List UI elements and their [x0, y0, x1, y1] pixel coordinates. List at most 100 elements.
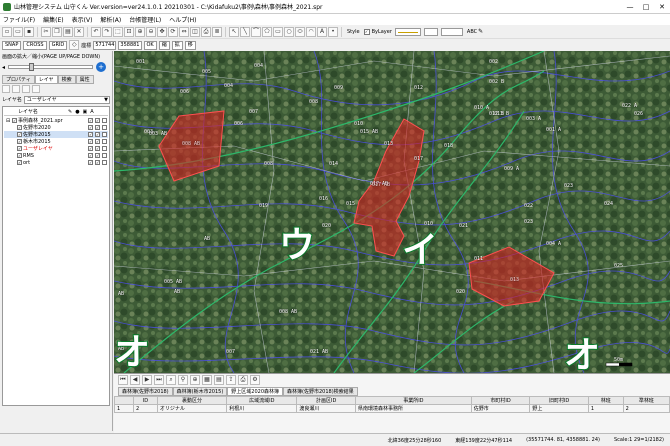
- line-width-picker[interactable]: [423, 27, 438, 36]
- layer-row[interactable]: ✓ 佐野市2015 ✓ ✓: [4, 131, 108, 138]
- layer-option-checkbox[interactable]: [102, 118, 107, 123]
- arc-icon[interactable]: ◠: [306, 26, 316, 37]
- layer-visible-checkbox[interactable]: ✓: [17, 146, 22, 151]
- layer-up-icon[interactable]: [22, 85, 30, 93]
- tab-sano-2018[interactable]: 森林簿(佐野市2018): [118, 387, 173, 396]
- coord-y-input[interactable]: 358881: [118, 40, 142, 50]
- column-header[interactable]: 広域流域ID: [226, 396, 298, 405]
- zoom-record-icon[interactable]: ⊕: [190, 375, 200, 385]
- point-icon[interactable]: •: [328, 26, 338, 37]
- layer-row[interactable]: ✓ RMS ✓ ✓: [4, 152, 108, 159]
- layer-option-checkbox[interactable]: ✓: [88, 125, 93, 130]
- coord-ok-button[interactable]: OK: [143, 40, 157, 50]
- settings-icon[interactable]: ⚙: [250, 375, 260, 385]
- print-icon[interactable]: ⎙: [201, 26, 211, 37]
- menu-view[interactable]: 表示(V): [72, 15, 93, 24]
- column-header[interactable]: 計画区ID: [296, 396, 357, 405]
- snap-button[interactable]: SNAP: [2, 40, 22, 50]
- layer-option-checkbox[interactable]: ✓: [88, 153, 93, 158]
- delete-icon[interactable]: ✕: [74, 26, 84, 37]
- zoom-plus-icon[interactable]: +: [96, 62, 107, 72]
- column-header[interactable]: 市町村ID: [470, 396, 531, 405]
- zoom-slider-thumb[interactable]: [29, 63, 35, 71]
- layer-option-checkbox[interactable]: ✓: [88, 160, 93, 165]
- column-header[interactable]: 林班: [587, 396, 624, 405]
- menu-edit[interactable]: 編集(E): [43, 15, 63, 24]
- layer-option-checkbox[interactable]: ✓: [95, 160, 100, 165]
- layer-option-checkbox[interactable]: ✓: [95, 118, 100, 123]
- prev-record-icon[interactable]: ◀: [130, 375, 140, 385]
- paste-icon[interactable]: ▤: [63, 26, 73, 37]
- layer-down-icon[interactable]: [32, 85, 40, 93]
- pointer-icon[interactable]: ↖: [229, 26, 239, 37]
- layer-option-checkbox[interactable]: [102, 153, 107, 158]
- next-record-icon[interactable]: ▶: [142, 375, 152, 385]
- table-cell[interactable]: 野上: [529, 404, 589, 413]
- table-cell[interactable]: 佐野市: [470, 404, 531, 413]
- layer-option-checkbox[interactable]: ✓: [95, 132, 100, 137]
- layer-icon[interactable]: ≣: [212, 26, 222, 37]
- circle-icon[interactable]: ○: [284, 26, 294, 37]
- tab-attribute[interactable]: 属性: [75, 75, 94, 84]
- measure-icon[interactable]: ⇔: [179, 26, 189, 37]
- expand-icon[interactable]: ⊟: [6, 118, 11, 124]
- toolbar2-button-2[interactable]: 拡: [171, 40, 183, 50]
- report-icon[interactable]: ▤: [214, 375, 224, 385]
- layer-visible-checkbox[interactable]: ✓: [17, 125, 22, 130]
- layer-visible-checkbox[interactable]: ✓: [12, 118, 17, 123]
- layer-row[interactable]: ✓ 栃木市2015 ✓ ✓: [4, 138, 108, 145]
- last-record-icon[interactable]: ⏭: [154, 375, 164, 385]
- export-icon[interactable]: ⇪: [226, 375, 236, 385]
- layer-visible-checkbox[interactable]: ✓: [17, 132, 22, 137]
- zoom-out-small-icon[interactable]: ◂: [2, 64, 5, 71]
- menu-help[interactable]: ヘルプ(H): [169, 15, 196, 24]
- table-cell[interactable]: オリジナル: [156, 404, 228, 413]
- zoom-out-icon[interactable]: ⊖: [146, 26, 156, 37]
- tab-search-results[interactable]: 森林簿(佐野市2018)検索結果: [283, 387, 358, 396]
- table-cell[interactable]: 2: [132, 404, 158, 413]
- cross-button[interactable]: CROSS: [23, 40, 47, 50]
- layer-option-checkbox[interactable]: [102, 132, 107, 137]
- layer-row[interactable]: ✓ ort ✓ ✓: [4, 159, 108, 166]
- column-header[interactable]: [114, 396, 134, 405]
- minimize-button[interactable]: —: [622, 3, 638, 11]
- layer-option-checkbox[interactable]: ✓: [88, 139, 93, 144]
- line-icon[interactable]: ╲: [240, 26, 250, 37]
- font-icon[interactable]: ✎: [478, 28, 483, 35]
- select-all-icon[interactable]: ⬚: [113, 26, 123, 37]
- tab-tochigi-2015[interactable]: 森林簿(栃木市2015): [172, 387, 228, 396]
- layer-remove-icon[interactable]: [12, 85, 20, 93]
- snap-icon[interactable]: ◇: [69, 40, 80, 50]
- polyline-icon[interactable]: ⌒: [251, 26, 261, 37]
- layer-add-icon[interactable]: [2, 85, 10, 93]
- polygon-icon[interactable]: ⬠: [262, 26, 272, 37]
- ellipse-icon[interactable]: ⬭: [295, 26, 305, 37]
- undo-icon[interactable]: ↶: [91, 26, 101, 37]
- column-header[interactable]: ID: [132, 396, 158, 405]
- zoom-in-icon[interactable]: ⊕: [135, 26, 145, 37]
- bylayer-checkbox[interactable]: ✓: [363, 28, 370, 35]
- grid-button[interactable]: GRID: [48, 40, 68, 50]
- toolbar2-button-1[interactable]: 縮: [158, 40, 170, 50]
- layer-select[interactable]: ユーザレイヤ ▼: [23, 95, 110, 104]
- layer-row[interactable]: ✓ ユーザレイヤ ✓ ✓: [4, 145, 108, 152]
- new-file-icon[interactable]: ▫: [2, 26, 12, 37]
- close-button[interactable]: ✕: [654, 3, 670, 11]
- zoom-slider[interactable]: [8, 63, 94, 71]
- map-canvas[interactable]: 001 005 004 002 003 004 006 007 008 009 010 012 013 0…: [114, 51, 670, 373]
- filter-icon[interactable]: ⚲: [178, 375, 188, 385]
- layer-option-checkbox[interactable]: [102, 146, 107, 151]
- layer-option-checkbox[interactable]: ✓: [88, 118, 93, 123]
- layer-option-checkbox[interactable]: ✓: [88, 132, 93, 137]
- layer-option-checkbox[interactable]: ✓: [95, 146, 100, 151]
- color-picker[interactable]: [440, 27, 463, 36]
- layer-visible-checkbox[interactable]: ✓: [17, 139, 22, 144]
- table-cell[interactable]: 1: [114, 404, 134, 413]
- layer-option-checkbox[interactable]: ✓: [95, 139, 100, 144]
- pan-icon[interactable]: ✥: [157, 26, 167, 37]
- zoom-window-icon[interactable]: ⊡: [124, 26, 134, 37]
- coord-x-input[interactable]: 571744: [93, 40, 117, 50]
- layer-row[interactable]: ✓ 佐野市2020 ✓ ✓: [4, 124, 108, 131]
- toolbar2-button-3[interactable]: 移: [184, 40, 196, 50]
- table-cell[interactable]: 利根川: [226, 404, 298, 413]
